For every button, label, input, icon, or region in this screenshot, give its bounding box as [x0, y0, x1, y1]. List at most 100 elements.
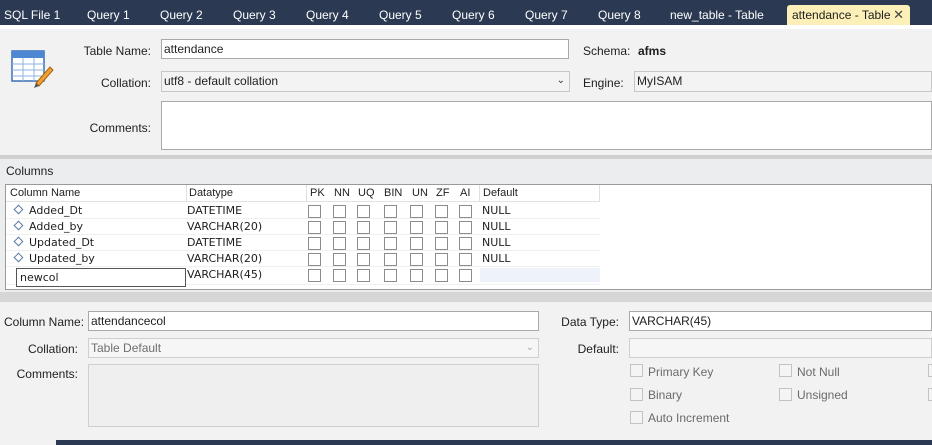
- ai-checkbox[interactable]: [459, 221, 472, 234]
- uq-checkbox[interactable]: [357, 205, 370, 218]
- column-name-input[interactable]: attendancecol: [88, 311, 539, 331]
- header-pk[interactable]: PK: [310, 187, 325, 199]
- header-uq[interactable]: UQ: [358, 187, 375, 199]
- header-datatype[interactable]: Datatype: [189, 187, 233, 199]
- header-un[interactable]: UN: [412, 187, 428, 199]
- datatype-cell[interactable]: VARCHAR(20): [187, 252, 262, 265]
- primary-key-checkbox[interactable]: [630, 364, 643, 377]
- pk-checkbox[interactable]: [308, 237, 321, 250]
- columns-grid[interactable]: Column Name Datatype PK NN UQ BIN UN ZF …: [5, 184, 932, 290]
- unsigned-label: Unsigned: [797, 388, 848, 402]
- new-column-name-input[interactable]: newcol: [16, 268, 186, 287]
- column-comments-textarea[interactable]: [88, 364, 539, 427]
- pk-checkbox[interactable]: [308, 269, 321, 282]
- tab-query-6[interactable]: Query 6: [452, 5, 495, 25]
- nn-checkbox[interactable]: [333, 237, 346, 250]
- splitter[interactable]: [0, 292, 932, 302]
- column-collation-select[interactable]: Table Default ⌄: [88, 338, 539, 358]
- un-checkbox[interactable]: [410, 253, 423, 266]
- table-comments-textarea[interactable]: [161, 101, 932, 150]
- uq-checkbox[interactable]: [357, 221, 370, 234]
- header-bin[interactable]: BIN: [384, 187, 402, 199]
- un-checkbox[interactable]: [410, 269, 423, 282]
- schema-label: Schema:: [583, 44, 631, 58]
- binary-checkbox[interactable]: [630, 388, 643, 401]
- table-row[interactable]: Added_by VARCHAR(20) NULL: [6, 219, 600, 235]
- zf-checkbox[interactable]: [435, 237, 448, 250]
- not-null-checkbox[interactable]: [779, 364, 792, 377]
- header-nn[interactable]: NN: [334, 187, 350, 199]
- columns-section-title: Columns: [6, 164, 54, 178]
- un-checkbox[interactable]: [410, 205, 423, 218]
- unsigned-checkbox[interactable]: [779, 388, 792, 401]
- bin-checkbox[interactable]: [384, 237, 397, 250]
- tab-label: Query 5: [379, 8, 422, 22]
- pk-checkbox[interactable]: [308, 221, 321, 234]
- column-name-cell[interactable]: Updated_Dt: [29, 236, 94, 249]
- default-input[interactable]: [629, 338, 932, 358]
- pk-checkbox[interactable]: [308, 253, 321, 266]
- zero-fill-checkbox[interactable]: [928, 388, 932, 401]
- nn-checkbox[interactable]: [333, 269, 346, 282]
- bin-checkbox[interactable]: [384, 269, 397, 282]
- ai-checkbox[interactable]: [459, 237, 472, 250]
- datatype-cell[interactable]: DATETIME: [187, 204, 242, 217]
- table-row[interactable]: Updated_Dt DATETIME NULL: [6, 235, 600, 251]
- tab-query-3[interactable]: Query 3: [233, 5, 276, 25]
- default-cell[interactable]: NULL: [482, 236, 511, 249]
- default-cell[interactable]: [480, 268, 600, 282]
- tab-query-2[interactable]: Query 2: [160, 5, 203, 25]
- column-name-cell[interactable]: Updated_by: [29, 252, 95, 265]
- zf-checkbox[interactable]: [435, 221, 448, 234]
- zf-checkbox[interactable]: [435, 253, 448, 266]
- header-ai[interactable]: AI: [460, 187, 470, 199]
- datatype-cell[interactable]: VARCHAR(20): [187, 220, 262, 233]
- tab-query-7[interactable]: Query 7: [525, 5, 568, 25]
- uq-checkbox[interactable]: [357, 253, 370, 266]
- default-cell[interactable]: NULL: [482, 204, 511, 217]
- pk-checkbox[interactable]: [308, 205, 321, 218]
- tab-new-table[interactable]: new_table - Table: [670, 5, 764, 25]
- column-name-cell[interactable]: Added_by: [29, 220, 83, 233]
- data-type-input[interactable]: VARCHAR(45): [629, 311, 932, 331]
- tab-query-8[interactable]: Query 8: [598, 5, 641, 25]
- nn-checkbox[interactable]: [333, 253, 346, 266]
- tab-query-1[interactable]: Query 1: [87, 5, 130, 25]
- tab-query-4[interactable]: Query 4: [306, 5, 349, 25]
- nn-checkbox[interactable]: [333, 221, 346, 234]
- uq-checkbox[interactable]: [357, 237, 370, 250]
- ai-checkbox[interactable]: [459, 269, 472, 282]
- table-row[interactable]: Added_Dt DATETIME NULL: [6, 203, 600, 219]
- zf-checkbox[interactable]: [435, 205, 448, 218]
- zf-checkbox[interactable]: [435, 269, 448, 282]
- tab-attendance-table[interactable]: attendance - Table ✕: [787, 5, 910, 25]
- datatype-cell[interactable]: VARCHAR(45): [187, 268, 262, 281]
- ai-checkbox[interactable]: [459, 253, 472, 266]
- splitter[interactable]: [0, 155, 932, 159]
- table-row[interactable]: Updated_by VARCHAR(20) NULL: [6, 251, 600, 267]
- auto-increment-checkbox[interactable]: [630, 411, 643, 424]
- datatype-cell[interactable]: DATETIME: [187, 236, 242, 249]
- un-checkbox[interactable]: [410, 221, 423, 234]
- close-icon[interactable]: ✕: [893, 5, 904, 25]
- uq-checkbox[interactable]: [357, 269, 370, 282]
- tab-label: Query 8: [598, 8, 641, 22]
- collation-select[interactable]: utf8 - default collation ⌄: [161, 71, 570, 92]
- bin-checkbox[interactable]: [384, 221, 397, 234]
- header-default[interactable]: Default: [483, 187, 518, 199]
- header-zf[interactable]: ZF: [436, 187, 449, 199]
- unique-checkbox[interactable]: [928, 364, 932, 377]
- engine-select[interactable]: MyISAM: [634, 71, 932, 92]
- column-name-cell[interactable]: Added_Dt: [29, 204, 82, 217]
- table-name-input[interactable]: attendance: [161, 39, 569, 59]
- bin-checkbox[interactable]: [384, 253, 397, 266]
- tab-query-5[interactable]: Query 5: [379, 5, 422, 25]
- un-checkbox[interactable]: [410, 237, 423, 250]
- tab-sql-file-1[interactable]: SQL File 1: [4, 5, 60, 25]
- default-cell[interactable]: NULL: [482, 252, 511, 265]
- nn-checkbox[interactable]: [333, 205, 346, 218]
- header-column-name[interactable]: Column Name: [10, 187, 80, 199]
- default-cell[interactable]: NULL: [482, 220, 511, 233]
- bin-checkbox[interactable]: [384, 205, 397, 218]
- ai-checkbox[interactable]: [459, 205, 472, 218]
